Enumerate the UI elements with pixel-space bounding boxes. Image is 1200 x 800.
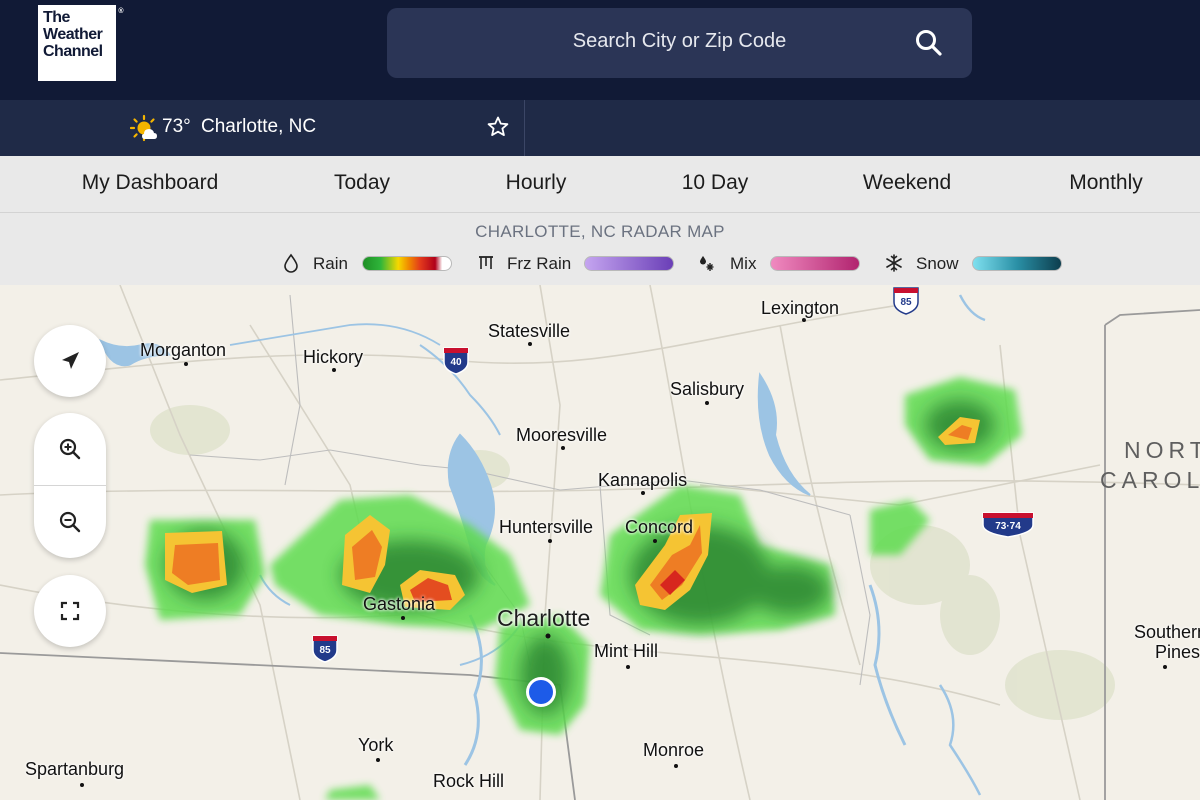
city-southern-pines: Southern Pines [1134, 622, 1200, 662]
current-location-tab[interactable]: 73° Charlotte, NC [0, 100, 525, 156]
city-lexington: Lexington [761, 298, 840, 318]
nav-hourly[interactable]: Hourly [506, 171, 567, 195]
location-bar: 73° Charlotte, NC [0, 100, 1200, 156]
legend-rain-label: Rain [313, 254, 348, 273]
state-label-line-1: NORT [1124, 437, 1200, 463]
legend-frz-rain-label: Frz Rain [507, 254, 572, 273]
snowflake-icon [886, 254, 902, 272]
zoom-out-button[interactable] [34, 486, 106, 558]
nav-monthly[interactable]: Monthly [1069, 171, 1143, 195]
radar-legend: CHARLOTTE, NC RADAR MAP Rain Frz Rain Mi… [0, 213, 1200, 285]
star-icon[interactable] [486, 115, 510, 139]
city-rock-hill: Rock Hill [433, 771, 505, 791]
interstate-85-shield-2: 85 [312, 635, 338, 663]
interstate-85-shield-1: 85 [893, 287, 919, 315]
locate-button[interactable] [34, 325, 106, 397]
raindrop-icon [284, 253, 298, 273]
locate-icon [62, 352, 79, 369]
svg-text:40: 40 [450, 357, 462, 368]
nav-my-dashboard[interactable]: My Dashboard [82, 171, 219, 195]
city-monroe: Monroe [643, 740, 705, 760]
map-base-layer: 85 40 85 73·74 [0, 285, 1200, 800]
freezing-rain-icon [479, 256, 493, 269]
fullscreen-button[interactable] [34, 575, 106, 647]
city-gastonia: Gastonia [363, 594, 436, 614]
current-city: Charlotte, NC [201, 116, 317, 137]
svg-text:85: 85 [319, 645, 331, 656]
interstate-40-shield: 40 [443, 347, 469, 375]
zoom-in-button[interactable] [34, 413, 106, 485]
current-temperature: 73° [162, 116, 191, 137]
logo-line-1: The [43, 9, 70, 26]
partly-cloudy-sun-icon [130, 114, 157, 142]
city-morganton: Morganton [140, 340, 227, 360]
forecast-nav: My Dashboard Today Hourly 10 Day Weekend… [0, 156, 1200, 213]
legend-mix-scale [770, 256, 860, 271]
search-placeholder[interactable]: Search City or Zip Code [387, 30, 892, 53]
logo-line-3: Channel [43, 43, 103, 60]
mix-icon [700, 256, 714, 271]
state-label-line-2: CAROL [1100, 467, 1200, 493]
city-concord: Concord [625, 517, 694, 537]
fullscreen-icon [60, 601, 80, 621]
city-mooresville: Mooresville [516, 425, 608, 445]
svg-text:73·74: 73·74 [995, 521, 1021, 532]
search-icon[interactable] [914, 28, 944, 58]
city-york: York [358, 735, 394, 755]
legend-snow-label: Snow [916, 254, 959, 273]
legend-mix-label: Mix [730, 254, 757, 273]
city-huntersville: Huntersville [499, 517, 594, 537]
zoom-in-icon [59, 438, 81, 460]
legend-snow-scale [972, 256, 1062, 271]
radar-map[interactable]: 85 40 85 73·74 Lexington Statesville Mor… [0, 285, 1200, 800]
city-kannapolis: Kannapolis [598, 470, 688, 490]
legend-rain-scale [362, 256, 452, 271]
legend-frz-rain-scale [584, 256, 674, 271]
current-location-marker [529, 680, 553, 704]
search-box[interactable]: Search City or Zip Code [387, 8, 972, 78]
city-statesville: Statesville [488, 321, 571, 341]
zoom-out-icon [59, 511, 81, 533]
nav-10-day[interactable]: 10 Day [682, 171, 749, 195]
city-mint-hill: Mint Hill [594, 641, 659, 661]
weather-channel-logo[interactable]: The Weather Channel ® [38, 5, 123, 81]
nav-weekend[interactable]: Weekend [863, 171, 951, 195]
logo-registered-mark: ® [118, 8, 123, 15]
interstate-73-74-shield: 73·74 [982, 512, 1034, 538]
logo-line-2: Weather [43, 26, 103, 43]
nav-today[interactable]: Today [334, 171, 390, 195]
radar-map-title: CHARLOTTE, NC RADAR MAP [475, 222, 725, 241]
city-spartanburg: Spartanburg [25, 759, 125, 779]
city-hickory: Hickory [303, 347, 364, 367]
city-salisbury: Salisbury [670, 379, 745, 399]
top-header: The Weather Channel ® Search City or Zip… [0, 0, 1200, 100]
zoom-controls [34, 413, 106, 558]
svg-text:85: 85 [900, 297, 912, 308]
city-charlotte: Charlotte [497, 605, 591, 631]
